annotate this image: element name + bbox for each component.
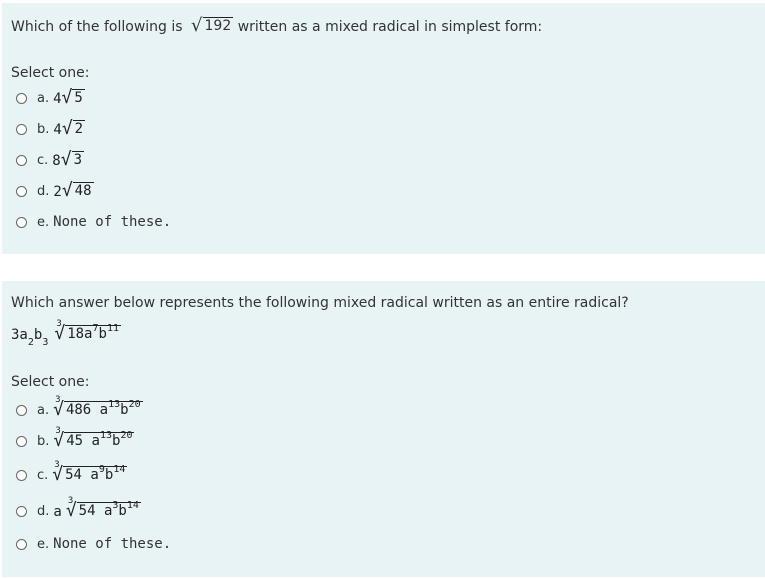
option-coef: 2 xyxy=(53,184,62,200)
question-1-radical: √ 192 xyxy=(191,15,234,36)
radio-button[interactable] xyxy=(16,216,27,228)
question-2-panel: Which answer below represents the follow… xyxy=(2,281,765,577)
option-letter: c. xyxy=(37,152,49,168)
radio-button[interactable] xyxy=(16,538,27,550)
option-letter: a. xyxy=(37,402,50,418)
question-1-suffix: written as a mixed radical in simplest f… xyxy=(237,19,543,35)
option-letter: a. xyxy=(37,90,50,106)
option-letter: d. xyxy=(37,183,50,199)
option-letter: e. xyxy=(37,214,50,230)
radio-button[interactable] xyxy=(16,92,27,104)
option-letter: e. xyxy=(37,536,50,552)
option-coef: 8 xyxy=(52,153,61,169)
option-text: None of these. xyxy=(53,214,172,230)
question-2-expression: 3a 2 b 3 3 √ 18a7b11 xyxy=(11,319,122,348)
radio-button[interactable] xyxy=(16,123,27,135)
option-letter: b. xyxy=(37,433,50,449)
option-text: None of these. xyxy=(53,536,172,552)
option-letter: c. xyxy=(37,467,49,483)
q1-option-b[interactable]: b. 4 √ 2 xyxy=(16,118,86,140)
question-1-panel: Which of the following is √ 192 written a… xyxy=(2,3,765,254)
question-2-text: Which answer below represents the follow… xyxy=(11,295,629,311)
q2-option-b[interactable]: b. 3 √ 45 a13b20 xyxy=(16,426,135,452)
option-letter: b. xyxy=(37,121,50,137)
option-coef: 4 xyxy=(53,91,62,107)
q1-option-c[interactable]: c. 8 √ 3 xyxy=(16,149,84,171)
radio-button[interactable] xyxy=(16,469,27,481)
radio-button[interactable] xyxy=(16,435,27,447)
radio-button[interactable] xyxy=(16,185,27,197)
q1-option-e[interactable]: e. None of these. xyxy=(16,211,171,233)
option-coef: 4 xyxy=(53,122,62,138)
q2-option-e[interactable]: e. None of these. xyxy=(16,533,171,555)
radio-button[interactable] xyxy=(16,505,27,517)
option-radicand: 48 xyxy=(72,182,94,199)
option-radicand: 2 xyxy=(72,120,86,137)
question-1-prefix: Which of the following is xyxy=(11,19,183,35)
option-radicand: 5 xyxy=(72,89,85,106)
question-1-radicand: 192 xyxy=(202,17,234,34)
radio-button[interactable] xyxy=(16,404,27,416)
q1-option-a[interactable]: a. 4 √ 5 xyxy=(16,87,85,109)
question-2-select-label: Select one: xyxy=(11,374,90,390)
q2-option-d[interactable]: d. a 3 √ 54 a3b14 xyxy=(16,496,141,522)
q1-option-d[interactable]: d. 2 √ 48 xyxy=(16,180,94,202)
q2-option-a[interactable]: a. 3 √ 486 a13b20 xyxy=(16,395,143,421)
question-1-select-label: Select one: xyxy=(11,65,90,81)
radio-button[interactable] xyxy=(16,154,27,166)
option-radicand: 3 xyxy=(71,151,84,168)
question-1-text: Which of the following is √ 192 written a… xyxy=(11,15,543,36)
q2-option-c[interactable]: c. 3 √ 54 a9b14 xyxy=(16,460,128,486)
option-letter: d. xyxy=(37,503,50,519)
